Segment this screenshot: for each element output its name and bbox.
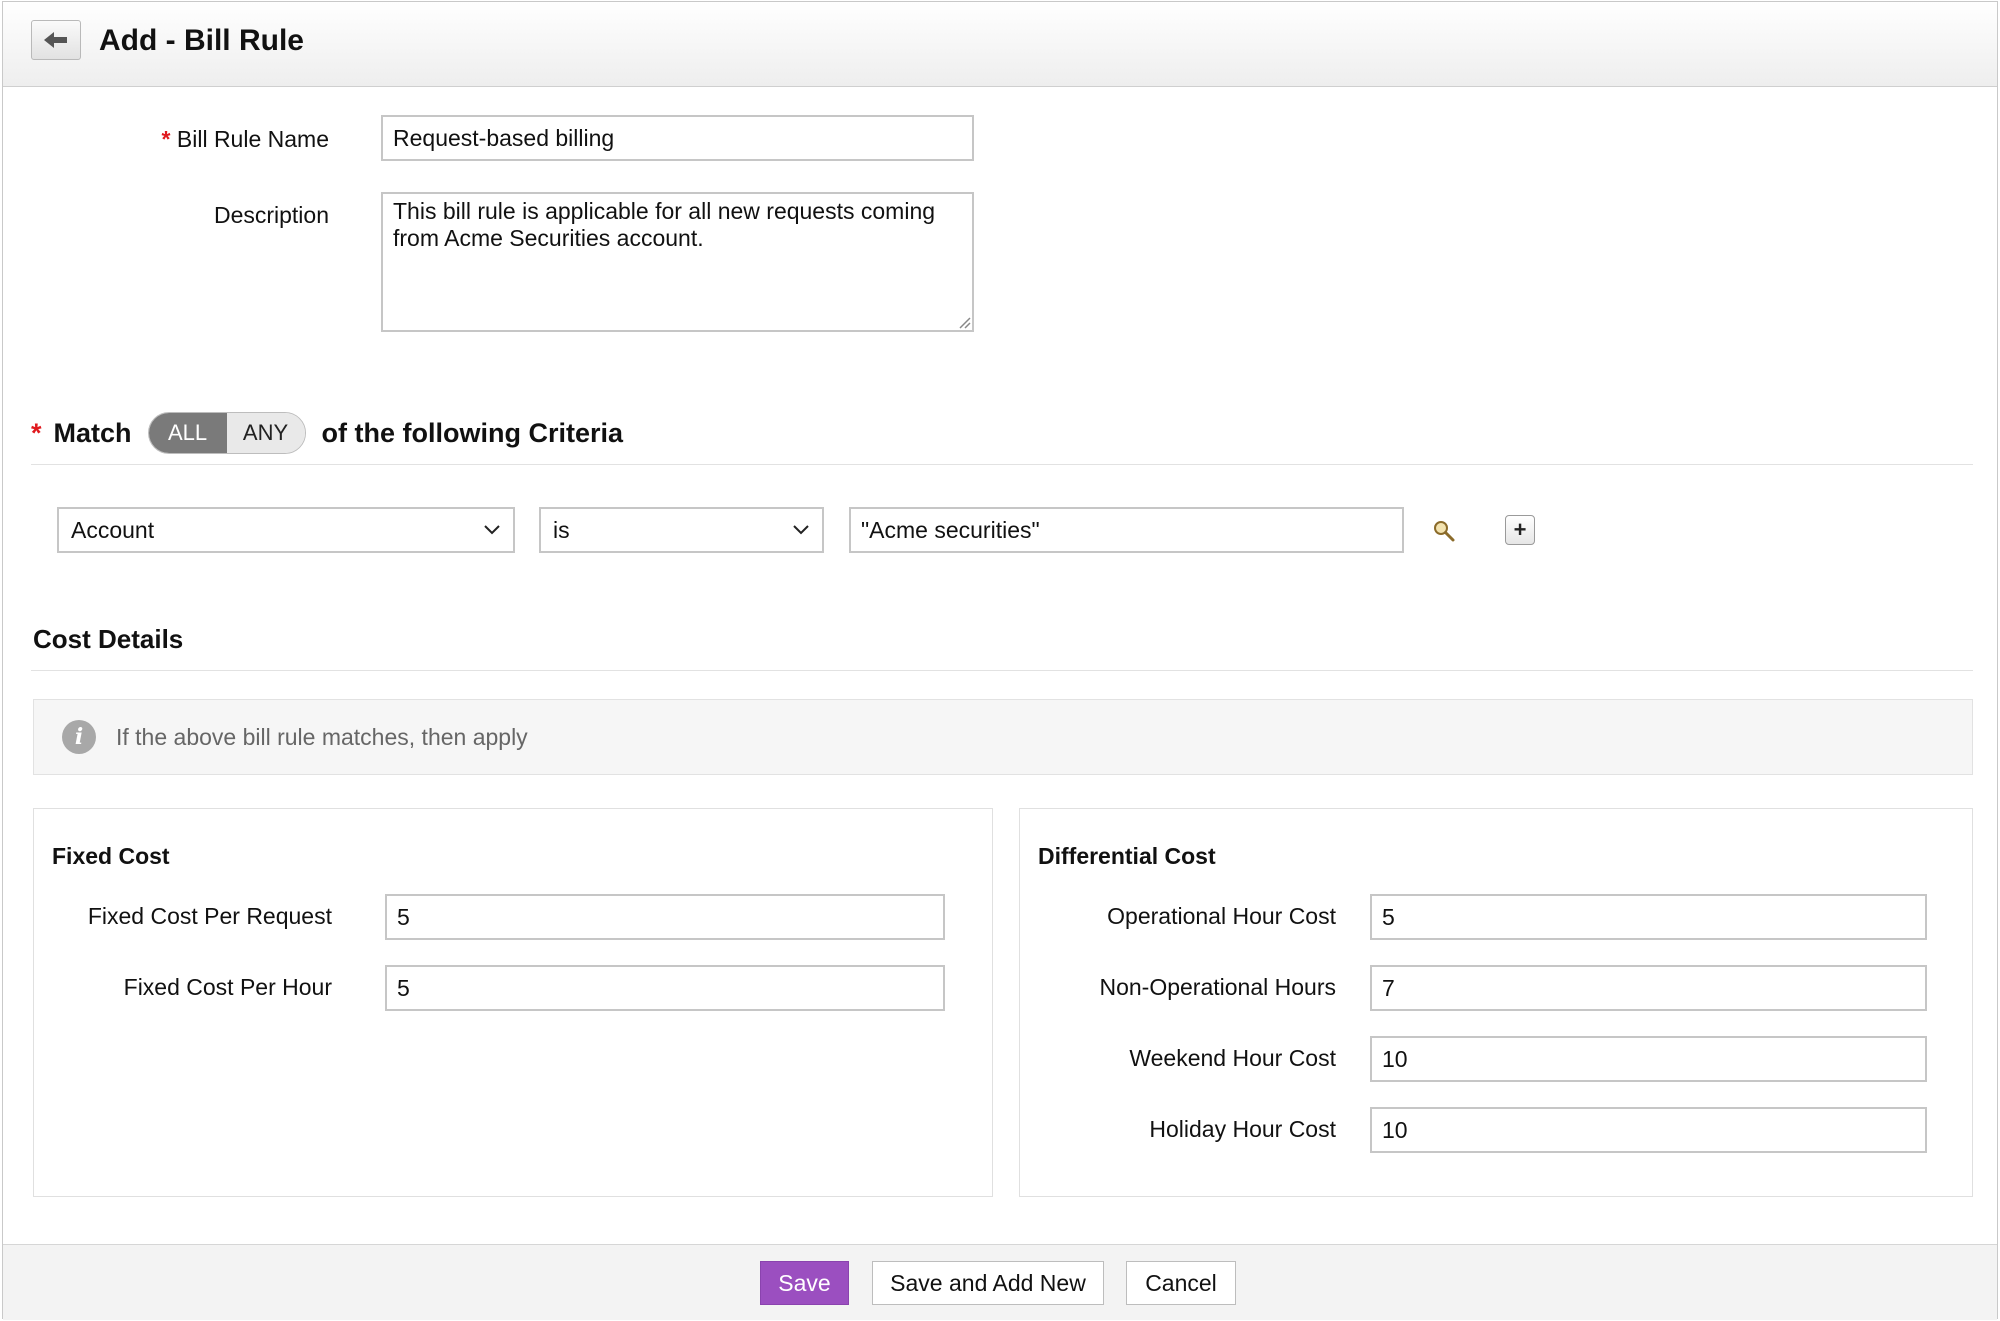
match-label: Match (53, 417, 132, 448)
page-frame: Add - Bill Rule * Bill Rule Name Request… (2, 1, 1998, 1320)
differential-cost-panel: Differential Cost Operational Hour Cost … (1019, 808, 1973, 1197)
match-toggle[interactable]: ALL ANY (147, 412, 306, 454)
description-value: This bill rule is applicable for all new… (393, 198, 936, 251)
info-banner: i If the above bill rule matches, then a… (33, 699, 1973, 775)
description-textarea[interactable]: This bill rule is applicable for all new… (381, 192, 974, 332)
criteria-operator-value: is (553, 516, 570, 543)
back-arrow-icon (44, 32, 67, 48)
fixed-cost-per-hour-input[interactable]: 5 (385, 965, 945, 1011)
back-button[interactable] (31, 20, 81, 60)
bill-rule-name-input[interactable]: Request-based billing (381, 115, 974, 161)
required-mark: * (31, 417, 42, 448)
cost-details-title: Cost Details (33, 624, 184, 654)
page-header: Add - Bill Rule (3, 2, 1997, 87)
match-criteria-row: * Match ALL ANY of the following Criteri… (31, 408, 623, 458)
page-title: Add - Bill Rule (99, 24, 304, 57)
divider (31, 670, 1973, 671)
holiday-hour-cost-value: 10 (1382, 1116, 1408, 1143)
operational-hour-cost-label: Operational Hour Cost (1107, 903, 1336, 929)
description-label: Description (213, 202, 329, 228)
save-and-add-new-button[interactable]: Save and Add New (872, 1261, 1104, 1305)
save-button[interactable]: Save (760, 1261, 849, 1305)
add-criteria-button[interactable]: + (1505, 515, 1535, 545)
match-any-option[interactable]: ANY (226, 413, 305, 453)
weekend-hour-cost-label: Weekend Hour Cost (1129, 1045, 1336, 1071)
fixed-cost-per-hour-value: 5 (397, 974, 410, 1001)
non-operational-hours-label: Non-Operational Hours (1099, 974, 1336, 1000)
criteria-value-input[interactable]: "Acme securities" (849, 507, 1404, 553)
chevron-down-icon (484, 525, 500, 535)
resize-grip-icon[interactable] (957, 315, 971, 329)
holiday-hour-cost-label: Holiday Hour Cost (1149, 1116, 1336, 1142)
fixed-cost-per-hour-label: Fixed Cost Per Hour (123, 974, 332, 1000)
holiday-hour-cost-input[interactable]: 10 (1370, 1107, 1927, 1153)
criteria-field-select[interactable]: Account (57, 507, 515, 553)
criteria-value-text: "Acme securities" (861, 516, 1040, 543)
weekend-hour-cost-input[interactable]: 10 (1370, 1036, 1927, 1082)
criteria-operator-select[interactable]: is (539, 507, 824, 553)
lookup-search-button[interactable] (1427, 514, 1461, 548)
bill-rule-name-value: Request-based billing (393, 124, 615, 151)
search-icon (1434, 521, 1455, 542)
bill-rule-name-label-text: Bill Rule Name (176, 126, 329, 152)
criteria-field-value: Account (71, 516, 155, 543)
fixed-cost-panel: Fixed Cost Fixed Cost Per Request 5 Fixe… (33, 808, 993, 1197)
form-footer: Save Save and Add New Cancel (3, 1244, 1997, 1320)
weekend-hour-cost-value: 10 (1382, 1045, 1408, 1072)
fixed-cost-title: Fixed Cost (52, 843, 170, 869)
match-suffix-text: of the following Criteria (321, 417, 624, 448)
match-all-option[interactable]: ALL (148, 413, 227, 453)
fixed-cost-per-request-label: Fixed Cost Per Request (87, 903, 332, 929)
chevron-down-icon (793, 525, 809, 535)
fixed-cost-per-request-input[interactable]: 5 (385, 894, 945, 940)
non-operational-hours-value: 7 (1382, 974, 1395, 1001)
fixed-cost-per-request-value: 5 (397, 903, 410, 930)
required-mark: * (161, 126, 171, 152)
divider (31, 464, 1973, 465)
operational-hour-cost-input[interactable]: 5 (1370, 894, 1927, 940)
differential-cost-title: Differential Cost (1038, 843, 1216, 869)
bill-rule-name-label: * Bill Rule Name (153, 126, 329, 153)
cancel-button[interactable]: Cancel (1126, 1261, 1236, 1305)
non-operational-hours-input[interactable]: 7 (1370, 965, 1927, 1011)
info-icon: i (62, 720, 96, 754)
operational-hour-cost-value: 5 (1382, 903, 1395, 930)
info-text: If the above bill rule matches, then app… (116, 723, 528, 750)
